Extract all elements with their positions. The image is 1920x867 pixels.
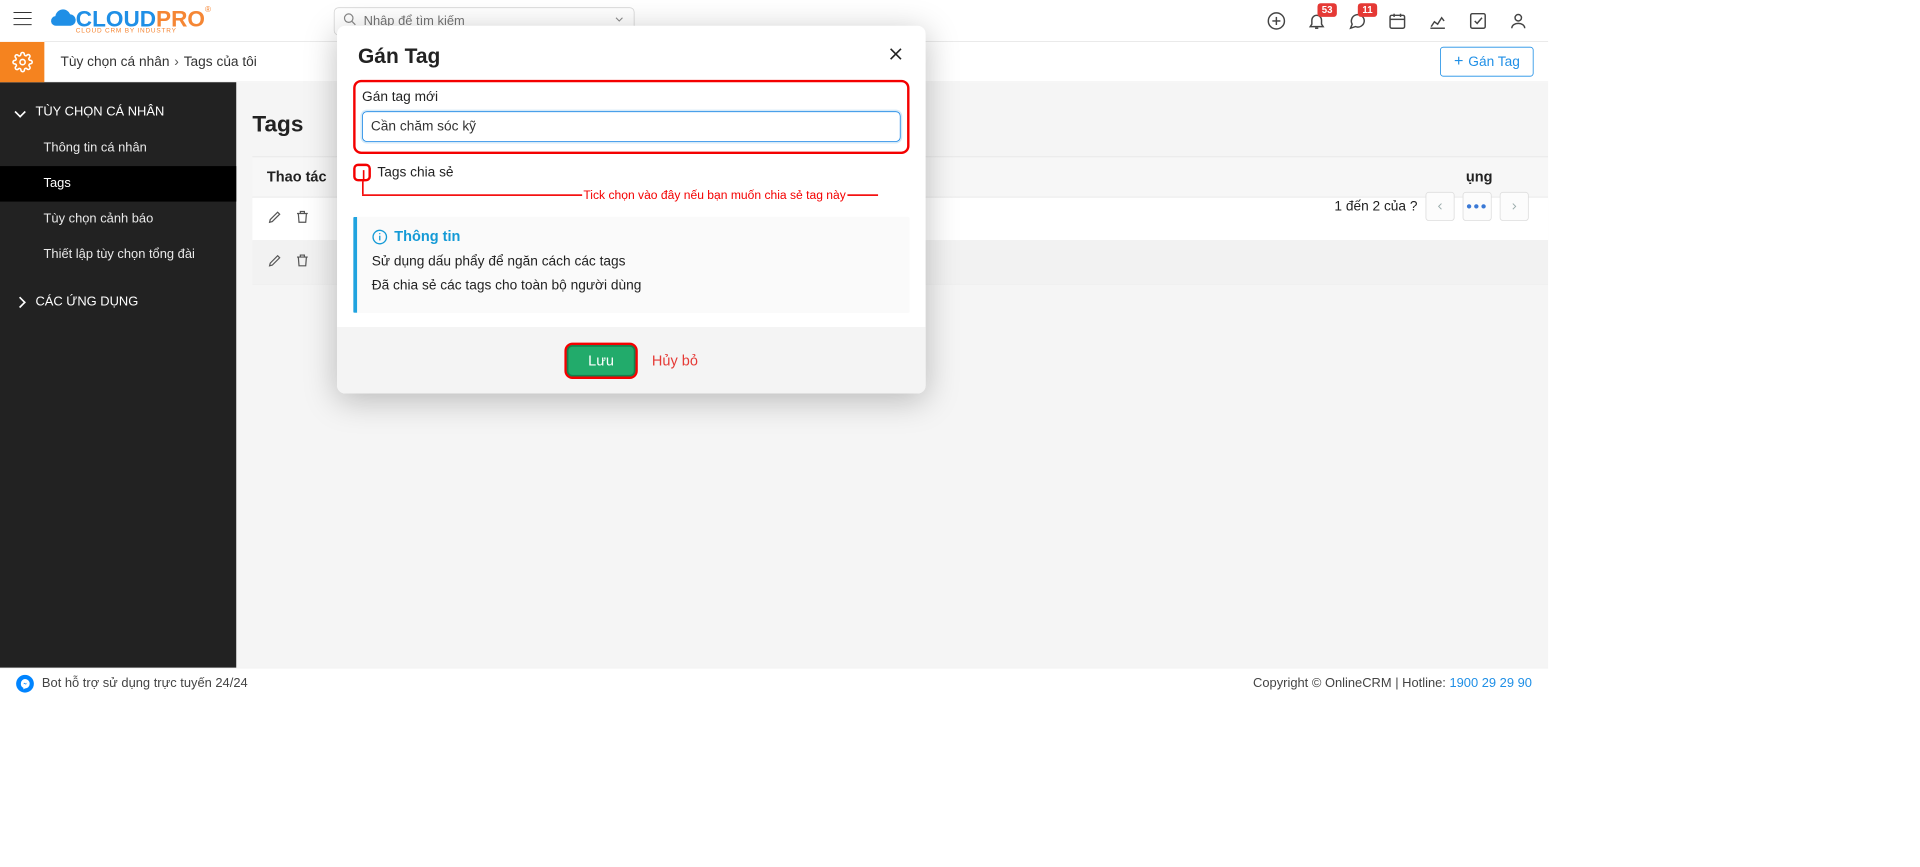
notification-badge: 53	[1317, 3, 1336, 17]
messages-button[interactable]: 11	[1347, 10, 1368, 31]
sidebar-item-personal-info[interactable]: Thông tin cá nhân	[0, 131, 236, 166]
annotation-text: Tick chọn vào đây nếu bạn muốn chia sẻ t…	[582, 189, 848, 203]
profile-button[interactable]	[1508, 10, 1529, 31]
assign-tag-modal: Gán Tag Gán tag mới Tags chia sẻ Tick ch…	[337, 26, 926, 394]
sidebar: TÙY CHỌN CÁ NHÂN Thông tin cá nhân Tags …	[0, 82, 236, 667]
new-tag-label: Gán tag mới	[362, 89, 901, 105]
header-actions: 53 11	[1266, 0, 1529, 42]
notifications-button[interactable]: 53	[1306, 10, 1327, 31]
info-line-1: Sử dụng dấu phẩy để ngăn cách các tags	[372, 253, 895, 269]
tasks-button[interactable]	[1467, 10, 1488, 31]
info-line-2: Đã chia sẻ các tags cho toàn bộ người dù…	[372, 277, 895, 293]
save-button[interactable]: Lưu	[565, 343, 638, 379]
sidebar-item-pbx-settings[interactable]: Thiết lập tùy chọn tổng đài	[0, 237, 236, 272]
assign-tag-label: Gán Tag	[1468, 54, 1520, 70]
edit-icon[interactable]	[267, 252, 283, 272]
sidebar-item-tags[interactable]: Tags	[0, 166, 236, 201]
menu-toggle-button[interactable]	[0, 0, 44, 42]
cancel-button[interactable]: Hủy bỏ	[652, 352, 698, 369]
messenger-icon[interactable]	[16, 675, 34, 693]
breadcrumb: Tùy chọn cá nhân › Tags của tôi	[60, 54, 256, 70]
messages-badge: 11	[1358, 3, 1377, 17]
logo-text: CLOUDPRO® CLOUD CRM BY INDUSTRY	[76, 8, 211, 34]
page-more-button[interactable]: •••	[1463, 192, 1492, 221]
hotline-link[interactable]: 1900 29 29 90	[1449, 676, 1532, 690]
hamburger-icon	[10, 6, 34, 34]
info-panel: Thông tin Sử dụng dấu phẩy để ngăn cách …	[353, 217, 909, 313]
page-next-button[interactable]	[1500, 192, 1529, 221]
breadcrumb-root[interactable]: Tùy chọn cá nhân	[60, 54, 169, 70]
modal-title: Gán Tag	[358, 44, 440, 69]
reports-button[interactable]	[1427, 10, 1448, 31]
quick-create-button[interactable]	[1266, 10, 1287, 31]
column-header-usage: ụng	[1451, 157, 1548, 197]
footer-copyright: Copyright © OnlineCRM | Hotline: 1900 29…	[1253, 676, 1532, 691]
close-button[interactable]	[887, 45, 905, 67]
trash-icon[interactable]	[294, 252, 310, 272]
new-tag-input[interactable]	[362, 111, 901, 142]
breadcrumb-leaf: Tags của tôi	[184, 54, 257, 70]
sidebar-group-personal[interactable]: TÙY CHỌN CÁ NHÂN	[0, 94, 236, 131]
settings-button[interactable]	[0, 42, 44, 82]
gear-icon	[12, 52, 33, 73]
cloud-icon	[47, 8, 78, 32]
bot-support-text: Bot hỗ trợ sử dụng trực tuyến 24/24	[42, 676, 248, 691]
close-icon	[887, 45, 905, 63]
assign-tag-button[interactable]: + Gán Tag	[1440, 47, 1533, 77]
edit-icon[interactable]	[267, 209, 283, 229]
pagination: 1 đến 2 của ? •••	[1334, 192, 1528, 221]
plus-icon: +	[1454, 52, 1463, 71]
chevron-right-icon: ›	[174, 54, 179, 70]
info-title: Thông tin	[394, 228, 460, 245]
footer: Bot hỗ trợ sử dụng trực tuyến 24/24 Copy…	[0, 668, 1548, 699]
page-prev-button[interactable]	[1426, 192, 1455, 221]
sidebar-item-alert-prefs[interactable]: Tùy chọn cảnh báo	[0, 202, 236, 237]
pagination-text: 1 đến 2 của ?	[1334, 198, 1417, 214]
sidebar-group-apps[interactable]: CÁC ỨNG DỤNG	[0, 284, 236, 321]
app-logo[interactable]: CLOUDPRO® CLOUD CRM BY INDUSTRY	[47, 8, 211, 34]
trash-icon[interactable]	[294, 209, 310, 229]
info-icon	[372, 229, 388, 245]
new-tag-field-highlight: Gán tag mới	[353, 80, 909, 154]
calendar-button[interactable]	[1387, 10, 1408, 31]
